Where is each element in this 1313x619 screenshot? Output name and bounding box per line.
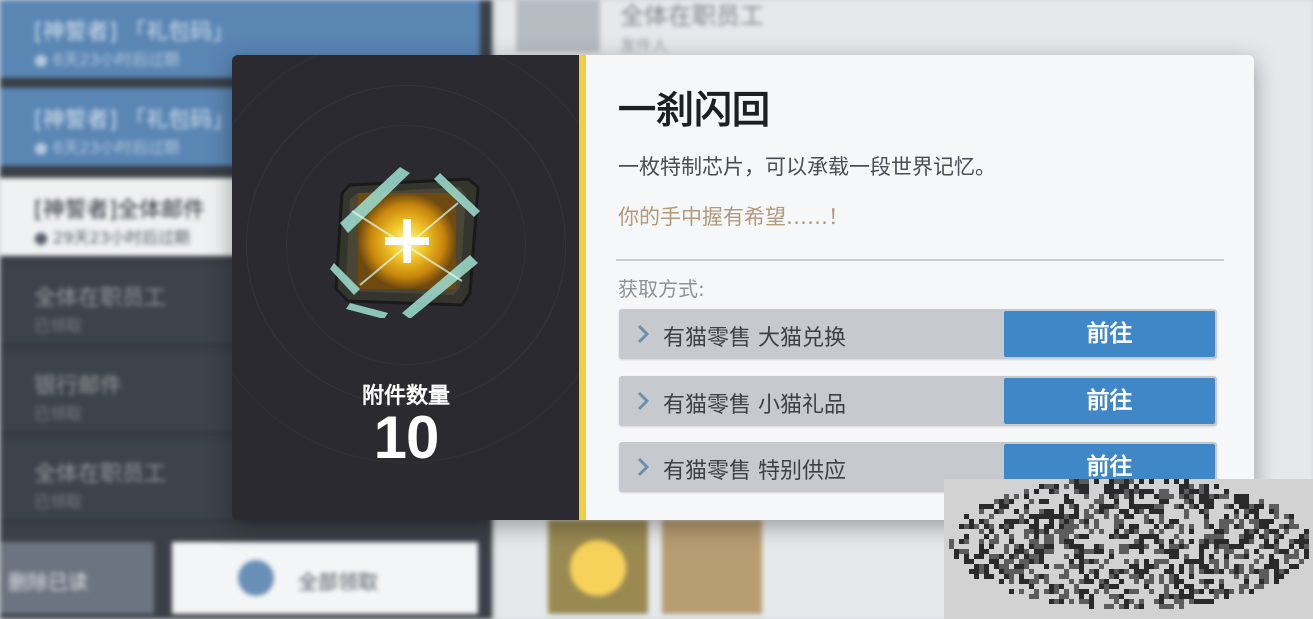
mail-detail-sender: 发件人 xyxy=(620,36,669,55)
item-detail-popup: 附件数量 10 一刹闪回 一枚特制芯片，可以承载一段世界记忆。 你的手中握有希望… xyxy=(232,55,1254,520)
mail-title: [神誓者] 「礼包码」 xyxy=(34,108,235,133)
claim-icon xyxy=(238,560,274,596)
chevron-right-icon xyxy=(637,324,649,344)
source-row: 有猫零售 大猫兑换 前往 xyxy=(619,309,1217,359)
attachment-slot[interactable] xyxy=(548,520,648,614)
mail-expiry: ● 29天23小时后过期 xyxy=(34,228,190,247)
attachment-count-value: 10 xyxy=(373,404,440,471)
mail-title: [神誓者]全体邮件 xyxy=(34,198,206,223)
chevron-right-icon xyxy=(637,391,649,411)
mail-status: 已领取 xyxy=(34,492,83,511)
mail-title: 全体在职员工 xyxy=(34,462,167,487)
item-name: 一刹闪回 xyxy=(618,87,771,132)
mail-envelope-icon xyxy=(516,0,600,52)
claim-all-button[interactable]: 全部领取 xyxy=(172,542,478,614)
chevron-right-icon xyxy=(637,457,649,477)
go-button[interactable]: 前往 xyxy=(1004,378,1215,424)
mail-detail-title: 全体在职员工 xyxy=(620,2,764,30)
chip-icon xyxy=(570,540,626,596)
delete-read-label: 删除已读 xyxy=(8,570,88,594)
item-description: 一枚特制芯片，可以承载一段世界记忆。 xyxy=(618,155,996,179)
golden-chip-icon xyxy=(330,167,480,318)
source-label: 有猫零售 小猫礼品 xyxy=(663,393,846,418)
item-preview-pane: 附件数量 10 xyxy=(232,55,580,520)
mail-expiry: ● 6天23小时后过期 xyxy=(34,50,180,69)
source-label: 有猫零售 特别供应 xyxy=(663,459,846,484)
source-section-title: 获取方式: xyxy=(618,277,705,301)
go-button[interactable]: 前往 xyxy=(1004,311,1215,357)
source-row: 有猫零售 小猫礼品 前往 xyxy=(619,376,1217,426)
item-info-pane: 一刹闪回 一枚特制芯片，可以承载一段世界记忆。 你的手中握有希望……！ 获取方式… xyxy=(586,55,1254,520)
accent-divider xyxy=(579,55,586,520)
delete-read-button[interactable]: 删除已读 xyxy=(0,542,154,614)
qr-code-icon xyxy=(949,479,1309,609)
section-divider xyxy=(616,259,1224,261)
mail-status: 已领取 xyxy=(34,316,83,335)
attachment-slot[interactable] xyxy=(662,520,762,614)
mail-status: 已领取 xyxy=(34,404,83,423)
mail-expiry: ● 6天23小时后过期 xyxy=(34,138,180,157)
mail-title: [神誓者] 「礼包码」 xyxy=(34,20,235,45)
mosaic-overlay xyxy=(944,479,1313,619)
mail-title: 银行邮件 xyxy=(34,374,123,399)
source-label: 有猫零售 大猫兑换 xyxy=(663,326,846,351)
claim-all-label: 全部领取 xyxy=(298,570,378,594)
item-flavor-text: 你的手中握有希望……！ xyxy=(618,205,849,229)
mail-title: 全体在职员工 xyxy=(34,286,167,311)
